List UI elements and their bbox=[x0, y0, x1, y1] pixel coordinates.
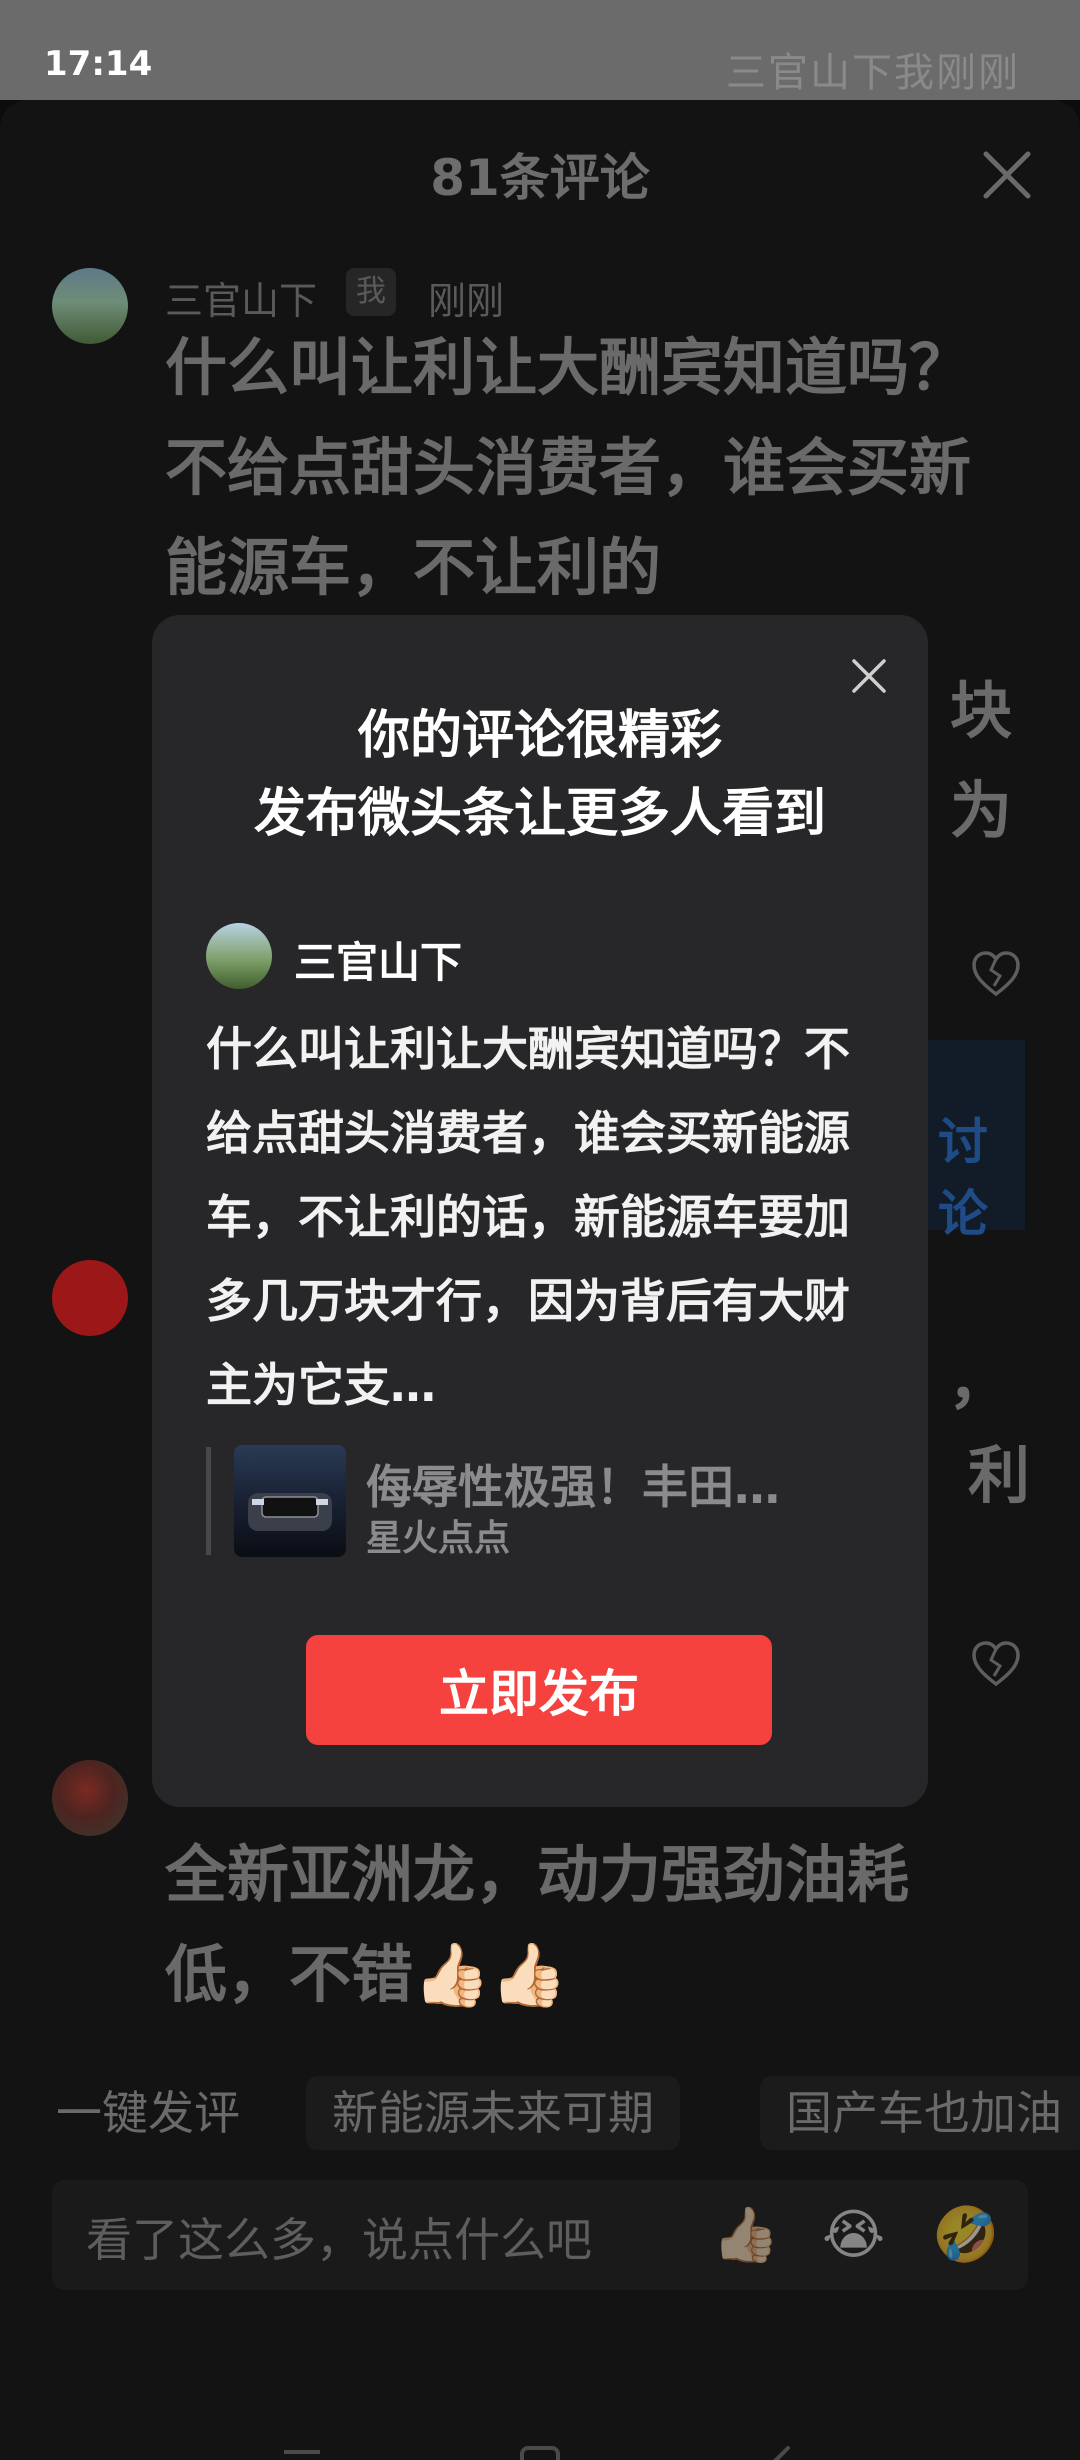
comment-text[interactable]: 什么叫让利让大酬宾知道吗？不给点甜头消费者，谁会买新能源车，不让利的 bbox=[165, 318, 1025, 618]
status-bar: 17:14 三官山下我刚刚 bbox=[0, 0, 1080, 100]
thumbs-up-emoji-icon[interactable]: 👍🏻 bbox=[712, 2208, 779, 2262]
sheet-title: 81条评论 bbox=[430, 149, 650, 207]
comment-author[interactable]: 三官山下 bbox=[165, 270, 317, 325]
publish-prompt-dialog: 你的评论很精彩 发布微头条让更多人看到 三官山下 什么叫让利让大酬宾知道吗？不给… bbox=[152, 615, 928, 1807]
author-name: 三官山下 bbox=[294, 938, 463, 987]
dialog-subtitle: 发布微头条让更多人看到 bbox=[253, 784, 826, 844]
article-source: 星火点点 bbox=[366, 1518, 511, 1559]
navigation-bar bbox=[0, 2430, 1080, 2460]
publish-button[interactable]: 立即发布 bbox=[306, 1635, 772, 1745]
author-avatar bbox=[206, 923, 272, 989]
quick-reply-row: 一键发评 新能源未来可期 国产车也加油 bbox=[0, 2060, 1080, 2160]
comment-text-fragment: 为 bbox=[950, 774, 1013, 847]
laughing-emoji-icon[interactable]: 🤣 bbox=[932, 2208, 999, 2262]
comment-text-fragment: 利 bbox=[968, 1439, 1031, 1512]
avatar[interactable] bbox=[52, 1260, 128, 1336]
dialog-title: 你的评论很精彩 bbox=[357, 706, 722, 766]
discussion-label: 讨论 bbox=[938, 1113, 988, 1243]
home-icon[interactable] bbox=[516, 2442, 564, 2460]
preview-text: 什么叫让利让大酬宾知道吗？不给点甜头消费者，谁会买新能源车，不让利的话，新能源车… bbox=[206, 1022, 850, 1412]
comment-text[interactable]: 全新亚洲龙，动力强劲油耗低，不错👍🏻👍🏻 bbox=[165, 1825, 1025, 2025]
me-badge: 我 bbox=[346, 268, 396, 316]
comment-text-fragment: 块 bbox=[950, 674, 1013, 747]
broken-heart-icon[interactable] bbox=[970, 948, 1022, 1000]
status-time: 17:14 bbox=[44, 44, 153, 84]
crying-emoji-icon[interactable]: 😭 bbox=[822, 2208, 885, 2262]
status-ghost-text: 三官山下我刚刚 bbox=[726, 50, 1020, 96]
comment-input-placeholder: 看了这么多，说点什么吧 bbox=[86, 2213, 592, 2267]
close-icon[interactable] bbox=[980, 148, 1034, 202]
avatar[interactable] bbox=[52, 268, 128, 344]
article-title: 侮辱性极强！丰田… bbox=[366, 1460, 780, 1514]
quote-bar bbox=[206, 1447, 211, 1555]
article-thumbnail bbox=[234, 1445, 346, 1557]
comment-time: 刚刚 bbox=[428, 279, 505, 323]
back-icon[interactable] bbox=[756, 2442, 804, 2460]
quick-reply-label: 一键发评 bbox=[56, 2086, 240, 2140]
menu-icon[interactable] bbox=[278, 2442, 326, 2460]
broken-heart-icon[interactable] bbox=[970, 1638, 1022, 1690]
dialog-close-icon[interactable] bbox=[850, 657, 888, 695]
quick-reply-chip[interactable]: 新能源未来可期 bbox=[306, 2076, 680, 2150]
quick-reply-chip[interactable]: 国产车也加油 bbox=[760, 2076, 1080, 2150]
avatar[interactable] bbox=[52, 1760, 128, 1836]
car-thumbnail-icon bbox=[248, 1493, 332, 1531]
comment-text-fragment: ， bbox=[948, 1344, 1011, 1417]
comment-input[interactable]: 看了这么多，说点什么吧 👍🏻 😭 🤣 bbox=[52, 2180, 1028, 2290]
